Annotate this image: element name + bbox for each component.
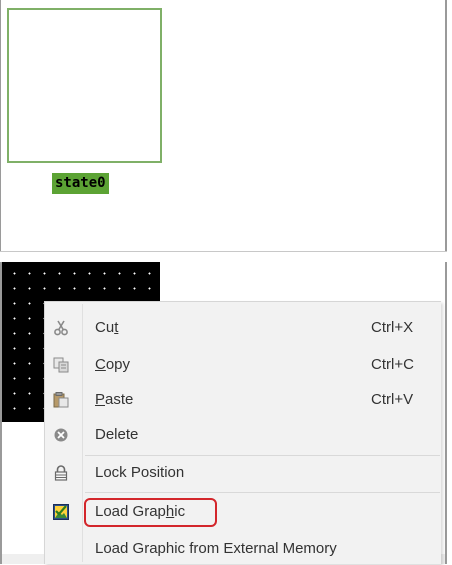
- delete-icon: [53, 427, 69, 443]
- state-canvas-top: state0: [0, 0, 452, 252]
- frame-right-border: [445, 0, 447, 252]
- menu-separator: [85, 492, 440, 493]
- menu-item-label: Cut: [95, 319, 119, 336]
- state-box[interactable]: [7, 8, 162, 163]
- context-menu: Cut Ctrl+X Copy Ctrl+C Paste Ctrl+V Dele…: [44, 301, 441, 564]
- menu-item-copy[interactable]: Copy Ctrl+C: [45, 349, 442, 381]
- menu-item-load-graphic-external[interactable]: Load Graphic from External Memory: [45, 533, 442, 565]
- menu-item-cut[interactable]: Cut Ctrl+X: [45, 312, 442, 344]
- lock-icon: [53, 465, 69, 481]
- scissors-icon: [53, 320, 69, 336]
- menu-item-delete[interactable]: Delete: [45, 419, 442, 451]
- menu-item-label: Load Graphic from External Memory: [95, 540, 337, 557]
- menu-separator: [85, 455, 440, 456]
- frame-right-border: [445, 262, 447, 564]
- paste-icon: [53, 392, 69, 408]
- load-graphic-icon: [53, 504, 69, 520]
- menu-item-lock-position[interactable]: Lock Position: [45, 457, 442, 489]
- menu-item-shortcut: Ctrl+V: [371, 391, 414, 408]
- highlight-ring: [84, 498, 217, 527]
- frame-left-border: [0, 0, 1, 252]
- state-label[interactable]: state0: [52, 173, 109, 194]
- copy-icon: [53, 357, 69, 373]
- frame-bottom-border: [0, 251, 447, 252]
- menu-item-shortcut: Ctrl+C: [371, 356, 414, 373]
- menu-item-label: Paste: [95, 391, 134, 408]
- menu-item-label: Delete: [95, 426, 139, 443]
- menu-item-paste[interactable]: Paste Ctrl+V: [45, 384, 442, 416]
- menu-item-shortcut: Ctrl+X: [371, 319, 414, 336]
- menu-item-label: Lock Position: [95, 464, 185, 481]
- menu-item-label: Copy: [95, 356, 131, 373]
